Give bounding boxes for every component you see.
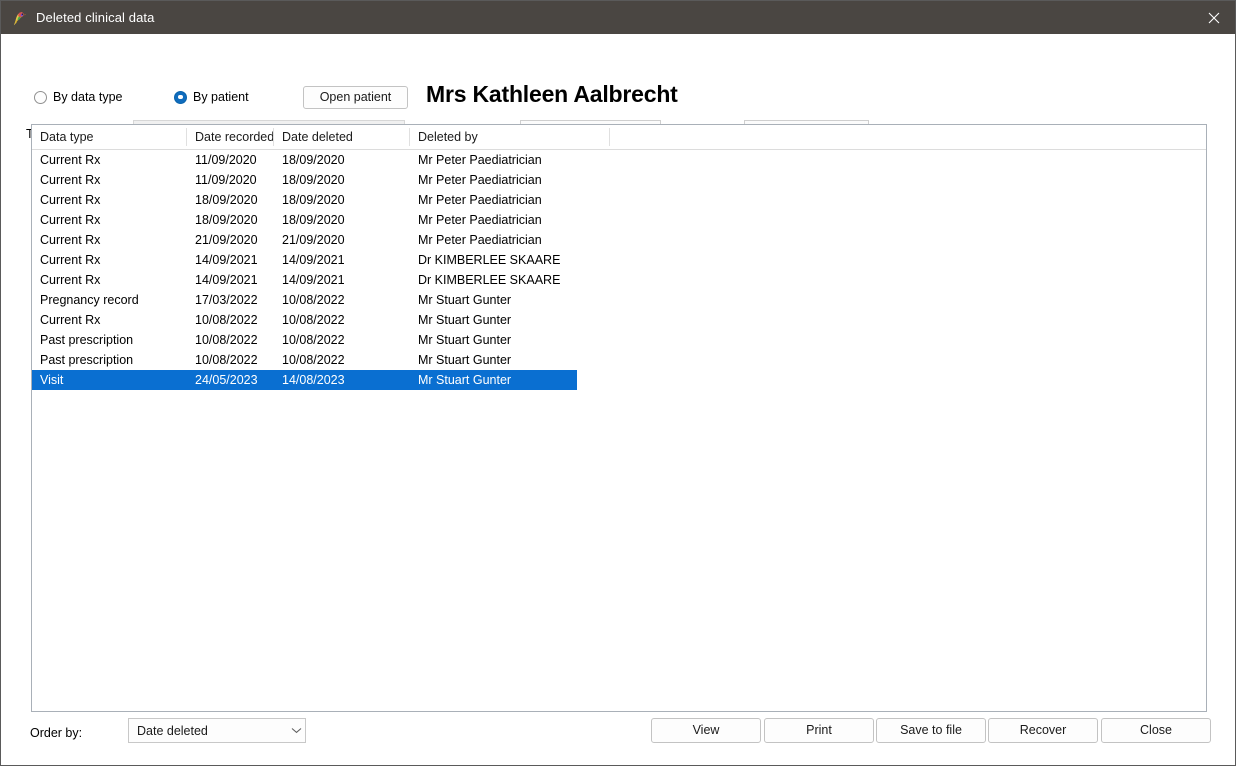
order-by-select[interactable]: Date deleted: [128, 718, 306, 743]
table-cell: 10/08/2022: [282, 333, 345, 347]
client-area: By data type By patient Open patient Mrs…: [1, 34, 1235, 765]
table-cell: 18/09/2020: [282, 173, 345, 187]
table-row[interactable]: Current Rx 14/09/2021 14/09/2021 Dr KIMBERL…: [32, 270, 1206, 290]
table-cell: 14/09/2021: [195, 253, 258, 267]
table-cell: 18/09/2020: [282, 153, 345, 167]
table-header-row: Data type Date recorded Date deleted Delete…: [32, 125, 1206, 150]
table-cell: Mr Stuart Gunter: [418, 333, 512, 347]
table-cell: Mr Peter Paediatrician: [418, 193, 542, 207]
table-cell: 10/08/2022: [195, 333, 258, 347]
table-cell: 11/09/2020: [195, 153, 257, 167]
table-cell: Current Rx: [40, 213, 101, 227]
table-cell: 18/09/2020: [282, 193, 345, 207]
table-cell: Current Rx: [40, 313, 101, 327]
table-cell: 14/09/2021: [195, 273, 258, 287]
table-cell: Current Rx: [40, 153, 101, 167]
column-divider[interactable]: [409, 128, 410, 146]
radio-by-patient[interactable]: By patient: [174, 88, 249, 106]
table-cell: Pregnancy record: [40, 293, 139, 307]
window-title: Deleted clinical data: [36, 10, 155, 25]
table-cell: Past prescription: [40, 333, 134, 347]
view-button[interactable]: View: [651, 718, 761, 743]
close-button[interactable]: Close: [1101, 718, 1211, 743]
table-cell: 10/08/2022: [282, 313, 345, 327]
table-cell: Visit: [40, 373, 64, 387]
table-cell: 14/09/2021: [282, 273, 345, 287]
column-divider[interactable]: [273, 128, 274, 146]
radio-by-patient-label: By patient: [193, 90, 249, 104]
table-cell: 14/08/2023: [282, 373, 345, 387]
radio-by-data-type[interactable]: By data type: [34, 88, 123, 106]
deleted-data-list[interactable]: Data type Date recorded Date deleted Delete…: [31, 124, 1207, 712]
table-cell: Current Rx: [40, 233, 101, 247]
table-cell: Past prescription: [40, 353, 134, 367]
print-button[interactable]: Print: [764, 718, 874, 743]
patient-name: Mrs Kathleen Aalbrecht: [426, 81, 678, 107]
table-cell: 14/09/2021: [282, 253, 345, 267]
open-patient-button[interactable]: Open patient: [303, 86, 408, 109]
radio-circle-icon: [34, 90, 47, 104]
column-divider[interactable]: [609, 128, 610, 146]
table-cell: 17/03/2022: [195, 293, 258, 307]
bird-icon: [11, 10, 27, 26]
radio-circle-selected-icon: [174, 90, 187, 104]
table-body: Current Rx 11/09/2020 18/09/2020 Mr Peter P…: [32, 150, 1206, 390]
table-row[interactable]: Visit 24/05/2023 14/08/2023 Mr Stuart Gunte…: [32, 370, 577, 390]
column-header[interactable]: Date recorded: [187, 125, 274, 149]
table-cell: Dr KIMBERLEE SKAARE: [418, 253, 561, 267]
column-header[interactable]: Deleted by: [410, 125, 830, 149]
recover-button[interactable]: Recover: [988, 718, 1098, 743]
table-cell: 18/09/2020: [195, 193, 258, 207]
table-cell: Mr Peter Paediatrician: [418, 233, 542, 247]
table-cell: 24/05/2023: [195, 373, 258, 387]
table-cell: 10/08/2022: [282, 353, 345, 367]
table-cell: Current Rx: [40, 273, 101, 287]
table-cell: Mr Peter Paediatrician: [418, 173, 542, 187]
table-cell: Mr Peter Paediatrician: [418, 153, 542, 167]
column-divider[interactable]: [186, 128, 187, 146]
table-row[interactable]: Current Rx 21/09/2020 21/09/2020 Mr Peter P…: [32, 230, 1206, 250]
radio-by-data-type-label: By data type: [53, 90, 123, 104]
table-row[interactable]: Current Rx 18/09/2020 18/09/2020 Mr Peter P…: [32, 210, 1206, 230]
save-to-file-button[interactable]: Save to file: [876, 718, 986, 743]
table-cell: Current Rx: [40, 173, 101, 187]
table-cell: 10/08/2022: [195, 353, 258, 367]
table-row[interactable]: Past prescription 10/08/2022 10/08/2022 Mr …: [32, 350, 1206, 370]
table-row[interactable]: Pregnancy record 17/03/2022 10/08/2022 Mr S…: [32, 290, 1206, 310]
table-cell: Mr Stuart Gunter: [418, 293, 512, 307]
title-bar: Deleted clinical data: [1, 1, 1235, 34]
table-cell: Mr Stuart Gunter: [418, 353, 512, 367]
table-cell: Mr Peter Paediatrician: [418, 213, 542, 227]
column-header[interactable]: Date deleted: [274, 125, 410, 149]
table-cell: 10/08/2022: [195, 313, 258, 327]
table-cell: Mr Stuart Gunter: [418, 313, 512, 327]
table-row[interactable]: Current Rx 10/08/2022 10/08/2022 Mr Stuart …: [32, 310, 1206, 330]
table-cell: Current Rx: [40, 193, 101, 207]
order-by-label: Order by:: [30, 726, 83, 740]
chevron-down-icon: [287, 727, 305, 734]
table-cell: 18/09/2020: [282, 213, 345, 227]
table-row[interactable]: Current Rx 11/09/2020 18/09/2020 Mr Peter P…: [32, 170, 1206, 190]
deleted-clinical-data-window: Deleted clinical data By data type By pa…: [0, 0, 1236, 766]
table-row[interactable]: Current Rx 18/09/2020 18/09/2020 Mr Peter P…: [32, 190, 1206, 210]
table-row[interactable]: Current Rx 14/09/2021 14/09/2021 Dr KIMBERL…: [32, 250, 1206, 270]
table-cell: Current Rx: [40, 253, 101, 267]
table-cell: 18/09/2020: [195, 213, 258, 227]
table-cell: 11/09/2020: [195, 173, 257, 187]
column-header[interactable]: Data type: [32, 125, 187, 149]
table-cell: 10/08/2022: [282, 293, 345, 307]
order-by-value: Date deleted: [137, 723, 208, 738]
table-cell: 21/09/2020: [195, 233, 258, 247]
table-cell: 21/09/2020: [282, 233, 345, 247]
table-cell: Dr KIMBERLEE SKAARE: [418, 273, 561, 287]
table-row[interactable]: Current Rx 11/09/2020 18/09/2020 Mr Peter P…: [32, 150, 1206, 170]
close-icon[interactable]: [1191, 1, 1235, 34]
table-cell: Mr Stuart Gunter: [418, 373, 512, 387]
table-row[interactable]: Past prescription 10/08/2022 10/08/2022 Mr …: [32, 330, 1206, 350]
